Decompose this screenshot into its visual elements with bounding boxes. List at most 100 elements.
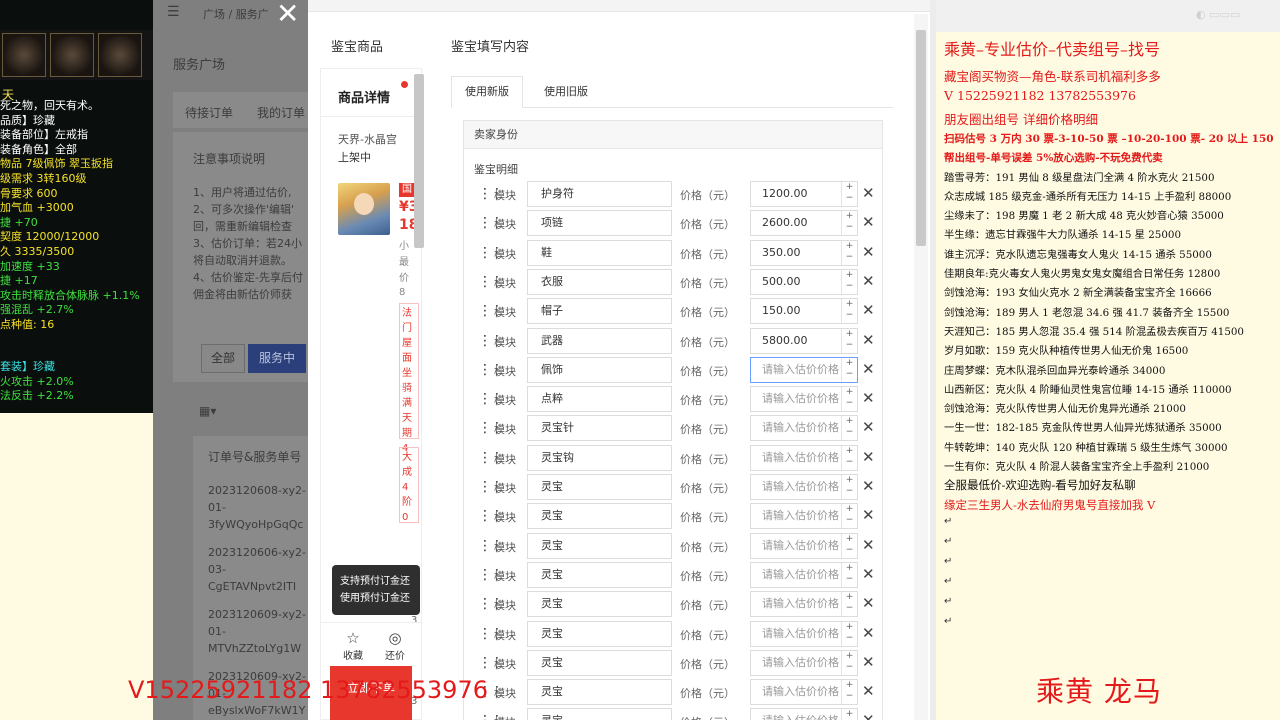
drag-handle-icon[interactable]: ⋮⋮ bbox=[478, 301, 504, 321]
favorite-button[interactable]: ☆ 收藏 bbox=[338, 629, 368, 662]
delete-row-icon[interactable]: ✕ bbox=[862, 417, 875, 437]
menu-icon[interactable]: ☰ bbox=[167, 4, 180, 20]
module-label: 模块 bbox=[494, 276, 516, 290]
drag-handle-icon[interactable]: ⋮⋮ bbox=[478, 653, 504, 673]
filter-all-button[interactable]: 全部 bbox=[201, 344, 245, 373]
bargain-button[interactable]: ◎ 还价 bbox=[380, 629, 410, 662]
tab-appraisal-fill[interactable]: 鉴宝填写内容 bbox=[451, 36, 529, 55]
drag-handle-icon[interactable]: ⋮⋮ bbox=[478, 243, 504, 263]
grid-view-icon[interactable]: ▦▾ bbox=[199, 404, 216, 418]
drag-handle-icon[interactable]: ⋮⋮ bbox=[478, 536, 504, 556]
price-stepper[interactable]: +− bbox=[841, 182, 857, 206]
delete-row-icon[interactable]: ✕ bbox=[862, 359, 875, 379]
drag-handle-icon[interactable]: ⋮⋮ bbox=[478, 565, 504, 585]
price-stepper[interactable]: +− bbox=[841, 416, 857, 441]
drag-handle-icon[interactable]: ⋮⋮ bbox=[478, 184, 504, 204]
drag-handle-icon[interactable]: ⋮⋮ bbox=[478, 389, 504, 409]
module-name-input[interactable]: 鞋 bbox=[527, 239, 672, 266]
drag-handle-icon[interactable]: ⋮⋮ bbox=[478, 594, 504, 614]
price-stepper[interactable]: +− bbox=[841, 592, 857, 617]
drag-handle-icon[interactable]: ⋮⋮ bbox=[478, 477, 504, 497]
delete-row-icon[interactable]: ✕ bbox=[862, 652, 875, 672]
module-name-input[interactable]: 佩饰 bbox=[527, 356, 672, 383]
signature: 乘黄 龙马 bbox=[1036, 675, 1162, 708]
price-stepper[interactable]: +− bbox=[841, 211, 857, 236]
module-name-input[interactable]: 灵宝 bbox=[527, 474, 672, 500]
price-stepper[interactable]: +− bbox=[841, 240, 857, 265]
module-name-input[interactable]: 灵宝 bbox=[527, 561, 672, 588]
module-name-input[interactable]: 灵宝 bbox=[527, 591, 672, 618]
tab-my-orders[interactable]: 我的订单 bbox=[257, 104, 305, 121]
drag-handle-icon[interactable]: ⋮⋮ bbox=[478, 448, 504, 468]
delete-row-icon[interactable]: ✕ bbox=[862, 447, 875, 467]
delete-row-icon[interactable]: ✕ bbox=[862, 212, 875, 232]
gem-item-icon[interactable] bbox=[98, 33, 142, 77]
module-name-input[interactable]: 灵宝 bbox=[527, 532, 672, 559]
price-stepper[interactable]: +− bbox=[841, 533, 857, 558]
price-stepper[interactable]: +− bbox=[841, 269, 857, 294]
price-stepper[interactable]: +− bbox=[841, 621, 857, 646]
drag-handle-icon[interactable]: ⋮⋮ bbox=[478, 360, 504, 380]
delete-row-icon[interactable]: ✕ bbox=[862, 388, 875, 408]
sword-item-icon[interactable] bbox=[2, 33, 46, 77]
module-name-input[interactable]: 帽子 bbox=[527, 298, 672, 325]
price-stepper[interactable]: +− bbox=[841, 562, 857, 587]
drag-handle-icon[interactable]: ⋮⋮ bbox=[478, 272, 504, 292]
drag-handle-icon[interactable]: ⋮⋮ bbox=[478, 506, 504, 526]
price-stepper[interactable]: +− bbox=[841, 504, 857, 529]
module-name-input[interactable]: 项链 bbox=[527, 210, 672, 237]
module-name-input[interactable]: 武器 bbox=[527, 327, 672, 354]
price-stepper[interactable]: +− bbox=[841, 357, 857, 382]
module-name-input[interactable]: 灵宝 bbox=[527, 679, 672, 706]
price-stepper[interactable]: +− bbox=[841, 680, 857, 705]
tab-new-version[interactable]: 使用新版 bbox=[451, 76, 523, 108]
delete-row-icon[interactable]: ✕ bbox=[862, 710, 875, 720]
drag-handle-icon[interactable]: ⋮⋮ bbox=[478, 331, 504, 351]
price-stepper[interactable]: +− bbox=[841, 299, 857, 324]
character-avatar[interactable] bbox=[338, 183, 390, 235]
delete-row-icon[interactable]: ✕ bbox=[862, 242, 875, 262]
price-stepper[interactable]: +− bbox=[841, 387, 857, 412]
price-stepper[interactable]: +− bbox=[841, 445, 857, 470]
delete-row-icon[interactable]: ✕ bbox=[862, 623, 875, 643]
module-name-input[interactable]: 点粹 bbox=[527, 386, 672, 413]
delete-row-icon[interactable]: ✕ bbox=[862, 681, 875, 701]
close-icon[interactable]: ✕ bbox=[276, 0, 299, 28]
left-background bbox=[0, 413, 153, 720]
module-name-input[interactable]: 灵宝钩 bbox=[527, 444, 672, 471]
delete-row-icon[interactable]: ✕ bbox=[862, 330, 875, 350]
delete-row-icon[interactable]: ✕ bbox=[862, 535, 875, 555]
module-name-input[interactable]: 灵宝 bbox=[527, 649, 672, 676]
armor-item-icon[interactable] bbox=[50, 33, 94, 77]
module-name-input[interactable]: 灵宝针 bbox=[527, 415, 672, 442]
tab-appraisal-product[interactable]: 鉴宝商品 bbox=[331, 36, 383, 55]
info-line: 半生缘：遗忘甘霖强牛大力队通杀 14-15 星 25000 bbox=[944, 229, 1182, 242]
filter-serving-button[interactable]: 服务中 bbox=[248, 344, 306, 373]
drag-handle-icon[interactable]: ⋮⋮ bbox=[478, 213, 504, 233]
module-name-input[interactable]: 灵宝 bbox=[527, 708, 672, 720]
dialog-scrollbar[interactable] bbox=[916, 30, 926, 246]
module-name-input[interactable]: 灵宝 bbox=[527, 620, 672, 647]
price-stepper[interactable]: +− bbox=[841, 709, 857, 720]
drag-handle-icon[interactable]: ⋮⋮ bbox=[478, 711, 504, 720]
delete-row-icon[interactable]: ✕ bbox=[862, 505, 875, 525]
module-name-input[interactable]: 衣服 bbox=[527, 268, 672, 295]
tab-old-version[interactable]: 使用旧版 bbox=[530, 76, 602, 108]
delete-row-icon[interactable]: ✕ bbox=[862, 593, 875, 613]
module-name-input[interactable]: 灵宝 bbox=[527, 503, 672, 530]
info-line: V 15225921182 13782553976 bbox=[944, 87, 1136, 103]
price-stepper[interactable]: +− bbox=[841, 328, 857, 353]
tab-pending-orders[interactable]: 待接订单 bbox=[185, 104, 233, 121]
drag-handle-icon[interactable]: ⋮⋮ bbox=[478, 624, 504, 644]
drag-handle-icon[interactable]: ⋮⋮ bbox=[478, 418, 504, 438]
delete-row-icon[interactable]: ✕ bbox=[862, 564, 875, 584]
product-scrollbar[interactable] bbox=[414, 74, 424, 248]
delete-row-icon[interactable]: ✕ bbox=[862, 271, 875, 291]
delete-row-icon[interactable]: ✕ bbox=[862, 183, 875, 203]
module-name-input[interactable]: 护身符 bbox=[527, 181, 672, 207]
price-stepper[interactable]: +− bbox=[841, 475, 857, 499]
delete-row-icon[interactable]: ✕ bbox=[862, 476, 875, 496]
price-stepper[interactable]: +− bbox=[841, 650, 857, 675]
delete-row-icon[interactable]: ✕ bbox=[862, 300, 875, 320]
info-line: 山西新区：克火队 4 阶睡仙灵性鬼宫位睡 14-15 通杀 110000 bbox=[944, 383, 1232, 396]
